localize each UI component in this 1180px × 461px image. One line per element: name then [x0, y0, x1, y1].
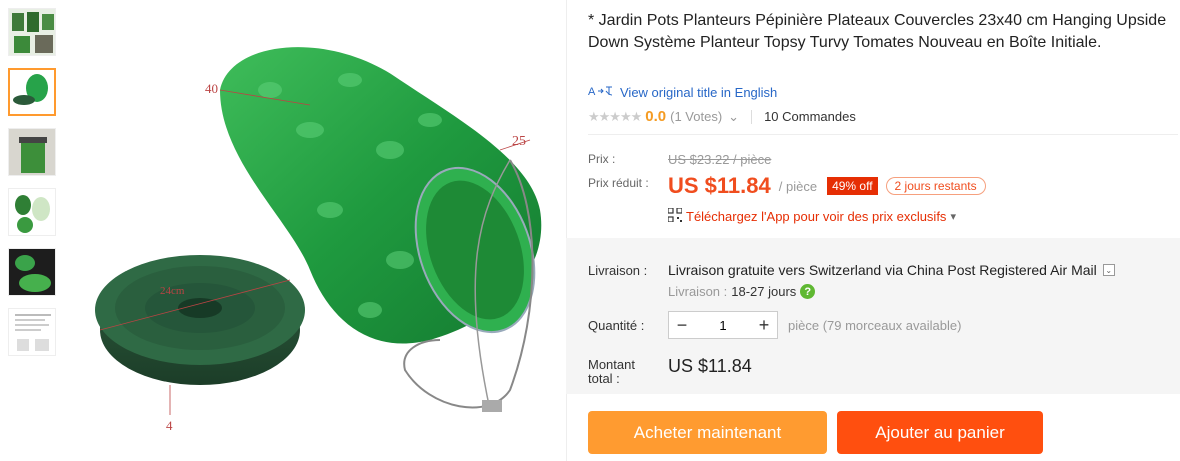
quantity-label: Quantité :: [588, 318, 645, 333]
app-promo-link[interactable]: Téléchargez l'App pour voir des prix exc…: [667, 207, 956, 225]
svg-text:A: A: [588, 86, 596, 98]
chevron-down-icon[interactable]: ⌄: [728, 109, 739, 125]
rating-value: 0.0: [645, 108, 667, 125]
main-product-image[interactable]: 40 25 24cm 4: [70, 10, 560, 455]
shipping-method-text[interactable]: Livraison gratuite vers Switzerland via …: [668, 262, 1097, 278]
price-label: Prix :: [588, 152, 616, 166]
rating-bar: ★★★★★ 0.0 (1 Votes) ⌄ 10 Commandes: [588, 108, 856, 125]
dimension-label-24: 24cm: [160, 285, 185, 297]
add-to-cart-button[interactable]: Ajouter au panier: [837, 411, 1043, 454]
shipping-days-label: Livraison :: [668, 284, 728, 299]
star-rating-icon: ★★★★★: [588, 108, 642, 124]
quantity-input[interactable]: [695, 316, 751, 334]
translate-icon: A: [588, 84, 614, 101]
total-amount: US $11.84: [668, 356, 752, 376]
product-title: * Jardin Pots Planteurs Pépinière Platea…: [588, 12, 1167, 51]
app-promo-text[interactable]: Téléchargez l'App pour voir des prix exc…: [686, 209, 946, 224]
dimension-label-40: 40: [205, 81, 218, 96]
shipping-label: Livraison :: [588, 263, 648, 278]
shipping-days-value: 18-27 jours: [731, 284, 797, 299]
divider: [588, 134, 1178, 135]
caret-down-icon[interactable]: ▾: [950, 210, 956, 223]
available-quantity: pièce (79 morceaux available): [788, 318, 962, 333]
buy-now-button[interactable]: Acheter maintenant: [588, 411, 827, 454]
dimension-label-25: 25: [512, 134, 526, 149]
thumbnail-list: [8, 8, 58, 368]
thumbnail-1[interactable]: [8, 8, 56, 56]
shipping-method[interactable]: Livraison gratuite vers Switzerland via …: [668, 262, 1115, 278]
current-price: US $11.84: [668, 173, 771, 198]
thumbnail-3[interactable]: [8, 128, 56, 176]
translate-link-text[interactable]: View original title in English: [620, 85, 777, 100]
total-label: Montant total :: [588, 358, 635, 386]
quantity-increase-button[interactable]: +: [751, 315, 777, 336]
quantity-decrease-button[interactable]: −: [669, 315, 695, 336]
total-label-line2: total :: [588, 371, 620, 386]
price-unit: / pièce: [778, 178, 818, 194]
orders-count: 10 Commandes: [764, 109, 856, 124]
help-icon[interactable]: ?: [800, 284, 816, 299]
quantity-stepper[interactable]: − +: [668, 311, 778, 339]
thumbnail-6[interactable]: [8, 308, 56, 356]
reduced-price-row: US $11.84 / pièce 49% off 2 jours restan…: [668, 173, 986, 199]
qr-code-icon: [667, 207, 683, 225]
view-original-title-link[interactable]: A View original title in English: [588, 84, 777, 101]
total-label-line1: Montant: [588, 357, 635, 372]
reduced-price-label: Prix réduit :: [588, 176, 649, 190]
thumbnail-4[interactable]: [8, 188, 56, 236]
thumbnail-2[interactable]: [8, 68, 56, 116]
dimension-label-4: 4: [166, 418, 173, 433]
discount-badge: 49% off: [827, 177, 878, 195]
thumbnail-5[interactable]: [8, 248, 56, 296]
rating-separator: [751, 109, 753, 124]
shipping-days: Livraison : 18-27 jours ?: [668, 284, 816, 299]
days-remaining-badge: 2 jours restants: [885, 177, 986, 195]
original-price: US $23.22 / pièce: [668, 152, 772, 167]
shipping-dropdown-icon[interactable]: ⌄: [1102, 264, 1115, 276]
votes-count[interactable]: (1 Votes): [670, 109, 722, 124]
